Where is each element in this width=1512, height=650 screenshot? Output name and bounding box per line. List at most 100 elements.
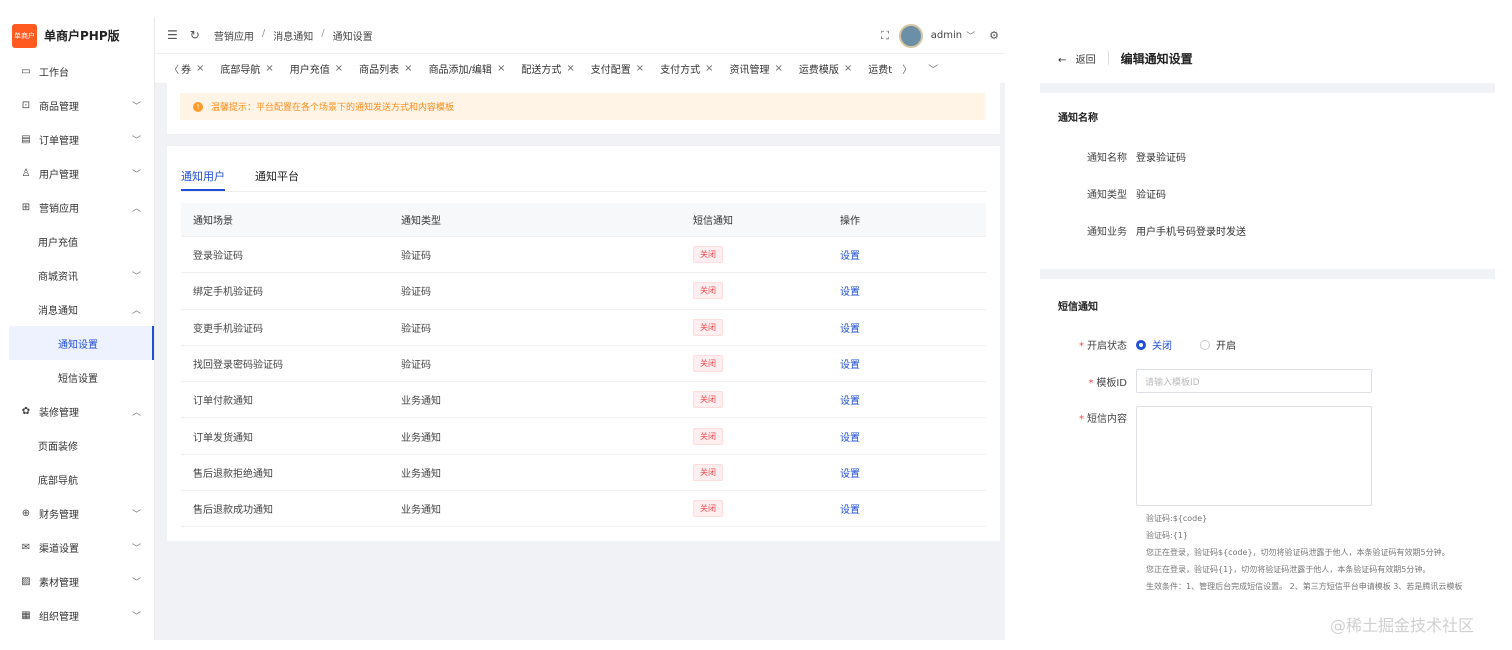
field-label-text: 开启状态 <box>1087 341 1127 352</box>
sidebar-item[interactable]: 用户充值 <box>0 224 154 258</box>
sidebar-item[interactable]: ⊕ 财务管理 ﹀ <box>0 496 154 530</box>
back-arrow-icon: ← <box>1058 54 1067 66</box>
tabs-prev-icon[interactable]: 〈 <box>155 61 179 76</box>
gear-icon[interactable]: ⚙ <box>989 29 999 42</box>
sidebar-item-label: 用户管理 <box>39 169 79 181</box>
sidebar-item[interactable]: ▤ 订单管理 ﹀ <box>0 122 154 156</box>
tab[interactable]: 底部导航 × <box>212 61 281 76</box>
field-label: 通知业务 <box>1087 227 1127 238</box>
tab[interactable]: 运费模版 × <box>791 61 860 76</box>
notification-info-section: 通知名称 通知名称 登录验证码 通知类型 验证码 通知业务 用户手机号码登录时发… <box>1040 93 1495 269</box>
chevron-down-icon[interactable]: ﹀ <box>966 29 975 42</box>
tab-notify-platform[interactable]: 通知平台 <box>255 168 299 191</box>
logo[interactable]: 单商户 单商户PHP版 <box>0 17 154 54</box>
radio-on[interactable]: 开启 <box>1200 337 1236 352</box>
settings-link[interactable]: 设置 <box>840 469 860 480</box>
tab-list: 底部导航 × 用户充值 × 商品列表 × 商品添加/编辑 × 配送方式 × 支付配置 × 支付方式 × 资讯… <box>212 61 860 76</box>
back-label: 返回 <box>1075 54 1096 66</box>
sidebar-item[interactable]: 页面装修 <box>0 428 154 462</box>
sidebar-item[interactable]: ✿ 装修管理 ︿ <box>0 394 154 428</box>
tab[interactable]: 配送方式 × <box>513 61 582 76</box>
tab[interactable]: 支付方式 × <box>652 61 721 76</box>
settings-link[interactable]: 设置 <box>840 324 860 335</box>
close-icon[interactable]: × <box>404 63 412 74</box>
scene-cell: 订单付款通知 <box>193 396 253 408</box>
settings-link[interactable]: 设置 <box>840 433 860 444</box>
type-cell: 业务通知 <box>401 432 441 444</box>
close-icon[interactable]: × <box>705 63 713 74</box>
sidebar-item[interactable]: ⊞ 营销应用 ︿ <box>0 190 154 224</box>
table-row: 绑定手机验证码 验证码 关闭 设置 <box>181 273 986 310</box>
field-label-text: 短信内容 <box>1087 414 1127 425</box>
tab-notify-user[interactable]: 通知用户 <box>181 168 225 191</box>
tab[interactable]: 用户充值 × <box>282 61 351 76</box>
sms-cell: 关闭 <box>693 355 840 373</box>
admin-app: 单商户 单商户PHP版 ▭ 工作台 ⊡ 商品管理 ﹀ ▤ 订单管理 ﹀ ♙ 用户管理 ﹀ ⊞ 营销应用 ︿… <box>0 17 1005 640</box>
breadcrumb: 营销应用 / 消息通知 / 通知设置 <box>214 28 373 43</box>
type-cell: 验证码 <box>401 360 431 372</box>
field-row: 通知类型 验证码 <box>1040 186 1166 201</box>
breadcrumb-separator: / <box>261 27 266 39</box>
main-card: 通知用户 通知平台 通知场景 通知类型 短信通知 操作 登录验证码 验证码 关闭 设置… <box>167 146 1000 541</box>
tab[interactable]: 商品列表 × <box>351 61 420 76</box>
avatar[interactable] <box>898 23 923 48</box>
close-icon[interactable]: × <box>636 63 644 74</box>
box-icon: ⊡ <box>21 99 31 111</box>
action-cell: 设置 <box>840 247 986 262</box>
sidebar-item[interactable]: ▭ 工作台 <box>0 54 154 88</box>
tabs-next-icon[interactable]: 〉 <box>900 61 912 76</box>
username[interactable]: admin <box>931 30 962 41</box>
tab[interactable]: 支付配置 × <box>583 61 652 76</box>
settings-link[interactable]: 设置 <box>840 505 860 516</box>
hint-text: 您正在登录，验证码{1}，切勿将验证码泄露于他人，本条验证码有效期5分钟。 <box>1146 565 1431 574</box>
sidebar-item[interactable]: 底部导航 <box>0 462 154 496</box>
breadcrumb-item[interactable]: 营销应用 <box>214 28 254 43</box>
tabs-more-icon[interactable]: ﹀ <box>912 61 938 76</box>
sidebar-item[interactable]: 商城资讯 ﹀ <box>0 258 154 292</box>
close-icon[interactable]: × <box>775 63 783 74</box>
settings-link[interactable]: 设置 <box>840 287 860 298</box>
refresh-icon[interactable]: ↻ <box>190 28 200 42</box>
table-header: 通知场景 通知类型 短信通知 操作 <box>181 203 986 237</box>
action-cell: 设置 <box>840 465 986 480</box>
sidebar-item-label: 素材管理 <box>39 577 79 589</box>
close-icon[interactable]: × <box>566 63 574 74</box>
tab-partial[interactable]: 券 × <box>179 61 212 76</box>
sidebar-item[interactable]: ✉ 渠道设置 ﹀ <box>0 530 154 564</box>
sidebar-item[interactable]: 消息通知 ︿ <box>0 292 154 326</box>
monitor-icon: ▭ <box>21 65 31 77</box>
fullscreen-icon[interactable]: ⛶ <box>881 29 889 43</box>
status-badge: 关闭 <box>693 355 723 373</box>
close-icon[interactable]: × <box>196 63 204 74</box>
scene-cell: 找回登录密码验证码 <box>193 360 283 372</box>
hint-text: 验证码:${code} <box>1146 514 1208 523</box>
settings-link[interactable]: 设置 <box>840 396 860 407</box>
breadcrumb-separator: / <box>321 27 325 39</box>
close-icon[interactable]: × <box>265 63 273 74</box>
settings-link[interactable]: 设置 <box>840 360 860 371</box>
content-row: * 短信内容 <box>1040 406 1372 506</box>
close-icon[interactable]: × <box>844 63 852 74</box>
sidebar-item[interactable]: 短信设置 <box>0 360 154 394</box>
back-button[interactable]: ← 返回 <box>1058 51 1096 66</box>
sms-content-textarea[interactable] <box>1136 406 1372 506</box>
breadcrumb-item[interactable]: 消息通知 <box>273 28 313 43</box>
sidebar-item[interactable]: ▨ 素材管理 ﹀ <box>0 564 154 598</box>
sidebar-item[interactable]: ♙ 用户管理 ﹀ <box>0 156 154 190</box>
sidebar-item[interactable]: ▦ 组织管理 ﹀ <box>0 598 154 632</box>
menu-toggle-icon[interactable]: ☰ <box>167 28 178 42</box>
tab[interactable]: 商品添加/编辑 × <box>421 61 514 76</box>
action-cell: 设置 <box>840 283 986 298</box>
required-mark: * <box>1079 414 1084 425</box>
tab[interactable]: 资讯管理 × <box>722 61 791 76</box>
settings-link[interactable]: 设置 <box>840 251 860 262</box>
sms-cell: 关闭 <box>693 391 840 409</box>
radio-off[interactable]: 关闭 <box>1136 337 1172 352</box>
close-icon[interactable]: × <box>335 63 343 74</box>
close-icon[interactable]: × <box>497 63 505 74</box>
template-id-input[interactable]: 请输入模板ID <box>1136 369 1372 393</box>
sidebar-item-label: 通知设置 <box>58 339 98 351</box>
sidebar-item[interactable]: 通知设置 <box>9 326 154 360</box>
tab-partial[interactable]: 运费t <box>860 61 900 76</box>
sidebar-item[interactable]: ⊡ 商品管理 ﹀ <box>0 88 154 122</box>
